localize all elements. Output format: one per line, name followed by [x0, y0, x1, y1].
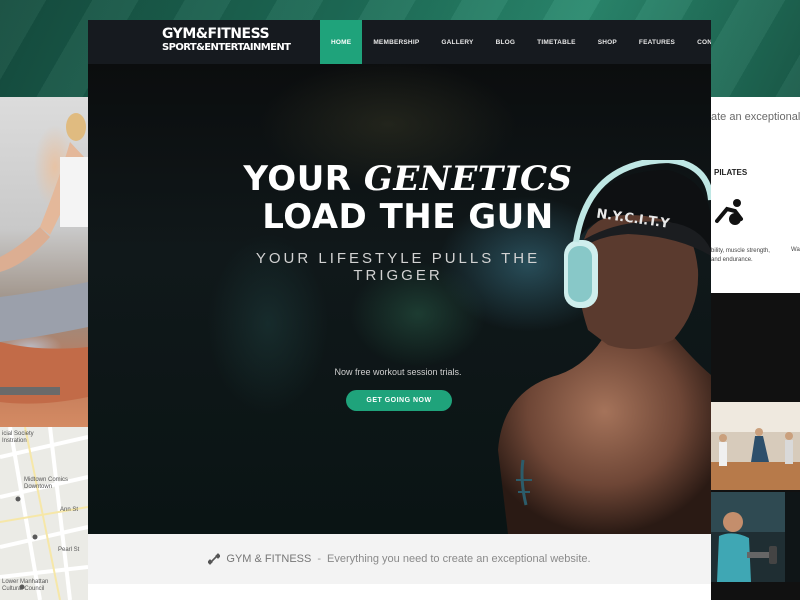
dumbbell-icon: [208, 553, 221, 565]
navbar: GYM&FITNESS SPORT&ENTERTAINMENT HOME MEM…: [88, 20, 711, 64]
nav-features[interactable]: FEATURES: [628, 20, 686, 64]
right-features-section: ate an exceptional websi PILATES bility,…: [711, 97, 800, 293]
hero-title-script-word: GENETICS: [363, 159, 573, 199]
site-logo[interactable]: GYM&FITNESS SPORT&ENTERTAINMENT: [162, 26, 291, 54]
logo-title: GYM&FITNESS: [162, 26, 270, 42]
nav-blog[interactable]: BLOG: [485, 20, 527, 64]
gallery-photo-studio: [711, 402, 800, 490]
nav-timetable[interactable]: TIMETABLE: [526, 20, 587, 64]
pilates-photo: [0, 97, 88, 427]
nav-gallery[interactable]: GALLERY: [430, 20, 484, 64]
main-nav: HOME MEMBERSHIP GALLERY BLOG TIMETABLE S…: [320, 20, 711, 64]
map-label: Lower Manhattan Cultural Council: [2, 579, 49, 592]
hero-subtitle: YOUR LIFESTYLE PULLS THE TRIGGER: [255, 250, 541, 284]
nav-membership[interactable]: MEMBERSHIP: [362, 20, 430, 64]
footer-tagline-strip: GYM & FITNESS - Everything you need to c…: [88, 534, 711, 584]
footer-tagline: Everything you need to create an excepti…: [327, 553, 591, 565]
footer-separator: -: [317, 553, 322, 565]
footer-bottom: [88, 584, 711, 600]
pilates-icon: [715, 199, 743, 225]
map-preview: icial Society Instration Midtown Comics …: [0, 427, 88, 600]
right-tagline: ate an exceptional websi: [711, 111, 800, 123]
hero-section: N.Y.C.I.T.Y YOUR GENETICS LOAD THE GUN Y…: [88, 64, 711, 534]
nav-contact[interactable]: CONTACT: [686, 20, 711, 64]
hero-note: Now free workout session trials.: [334, 367, 462, 377]
feature-text-cut: Wa: [791, 247, 800, 253]
hero-title-word: YOUR: [243, 159, 352, 199]
website-window: GYM&FITNESS SPORT&ENTERTAINMENT HOME MEM…: [88, 20, 711, 600]
nav-shop[interactable]: SHOP: [587, 20, 628, 64]
hero-title-line1: YOUR GENETICS: [198, 160, 618, 198]
feature-title-pilates: PILATES: [714, 168, 748, 177]
feature-text: bility, muscle strength, and endurance.: [711, 248, 770, 263]
gallery-photo-dumbbell: [711, 492, 800, 582]
nav-home[interactable]: HOME: [320, 20, 363, 64]
hero-title: YOUR GENETICS LOAD THE GUN: [198, 160, 618, 236]
footer-brand: GYM & FITNESS: [226, 553, 312, 565]
map-label: Ann St: [60, 507, 79, 513]
left-preview-panel: icial Society Instration Midtown Comics …: [0, 97, 88, 600]
logo-subtitle: SPORT&ENTERTAINMENT: [162, 42, 291, 53]
pilates-photo-figure: [0, 113, 88, 404]
hero-title-line2: LOAD THE GUN: [262, 197, 554, 237]
map-label: icial Society: [2, 431, 34, 437]
map-label: Pearl St: [58, 547, 80, 553]
right-preview-panel: ate an exceptional websi PILATES bility,…: [711, 97, 800, 600]
map-label: Midtown Comics Downtown: [24, 477, 69, 490]
map-label: Instration: [2, 438, 27, 444]
get-going-now-button[interactable]: GET GOING NOW: [346, 390, 452, 411]
